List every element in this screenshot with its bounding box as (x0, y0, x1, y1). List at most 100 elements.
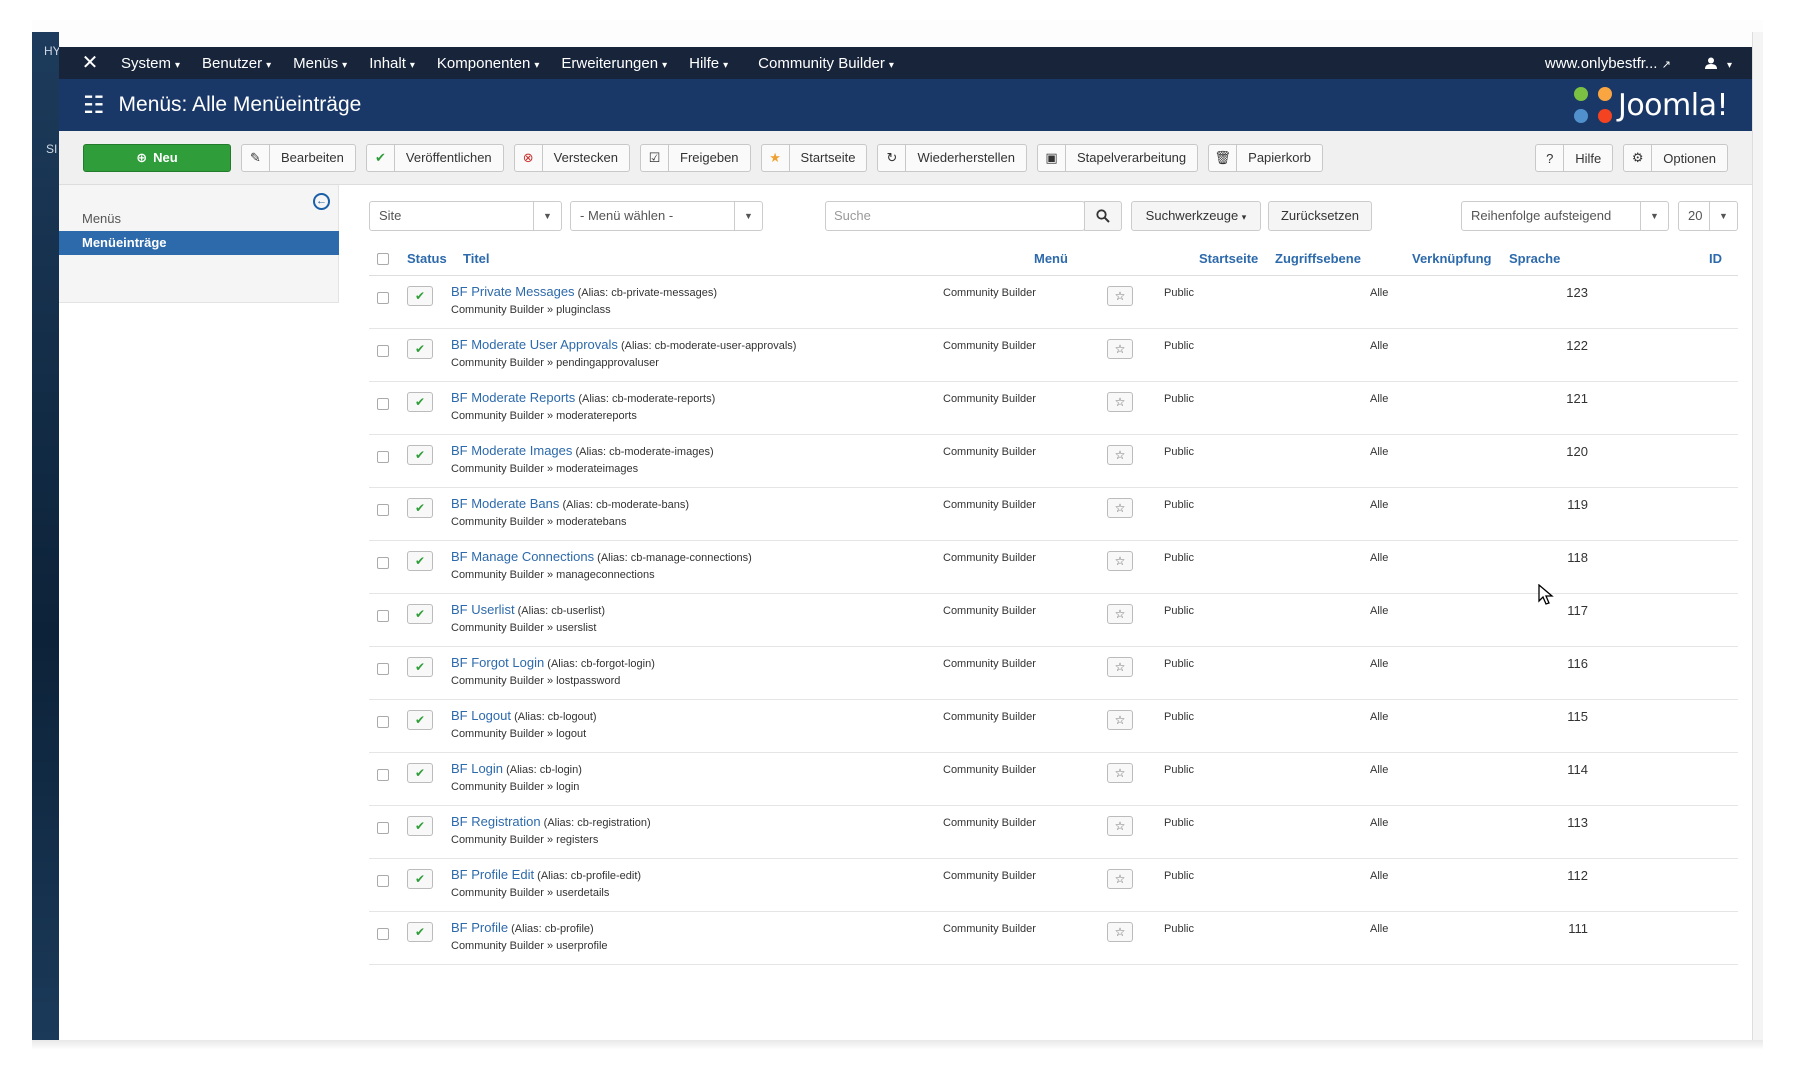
sidebar-item-menu-items[interactable]: Menüeinträge (59, 231, 339, 255)
row-checkbox[interactable] (377, 769, 389, 781)
item-title-link[interactable]: BF Registration (451, 814, 541, 829)
item-title-link[interactable]: BF Profile (451, 920, 508, 935)
trash-button[interactable]: 🗑 Papierkorb (1208, 143, 1324, 172)
nav-community-builder[interactable]: Community Builder ▾ (758, 55, 894, 72)
joomla-logo-mark (1573, 87, 1612, 123)
row-checkbox[interactable] (377, 610, 389, 622)
nav-menus[interactable]: Menüs ▾ (293, 55, 347, 72)
home-toggle-button[interactable]: ☆ (1107, 551, 1133, 571)
published-status-button[interactable]: ✔ (407, 445, 433, 465)
home-toggle-button[interactable]: ☆ (1107, 339, 1133, 359)
published-status-button[interactable]: ✔ (407, 869, 433, 889)
nav-components[interactable]: Komponenten ▾ (437, 55, 539, 72)
check-icon: ✔ (367, 144, 395, 171)
row-checkbox[interactable] (377, 875, 389, 887)
site-select[interactable]: Site ▼ (369, 201, 562, 231)
select-all-checkbox[interactable] (377, 253, 389, 265)
batch-button[interactable]: ▣ Stapelverarbeitung (1037, 143, 1199, 172)
col-title[interactable]: Titel (463, 251, 490, 266)
home-toggle-button[interactable]: ☆ (1107, 392, 1133, 412)
help-button[interactable]: ? Hilfe (1535, 144, 1614, 172)
published-status-button[interactable]: ✔ (407, 922, 433, 942)
home-toggle-button[interactable]: ☆ (1107, 922, 1133, 942)
row-checkbox[interactable] (377, 292, 389, 304)
unpublish-button[interactable]: ⊗ Verstecken (513, 143, 630, 172)
col-id[interactable]: ID (1709, 251, 1722, 266)
checkin-button[interactable]: ☑ Freigeben (640, 143, 751, 172)
home-toggle-button[interactable]: ☆ (1107, 604, 1133, 624)
item-title-link[interactable]: BF Forgot Login (451, 655, 544, 670)
table-row: ✔ BF Login (Alias: cb-login) Community Bui… (369, 753, 1738, 806)
options-button[interactable]: ⚙ Optionen (1623, 144, 1728, 172)
sidebar-item-menus[interactable]: Menüs (59, 207, 339, 231)
limit-select[interactable]: 20 ▼ (1678, 201, 1738, 231)
item-title-link[interactable]: BF Userlist (451, 602, 515, 617)
published-status-button[interactable]: ✔ (407, 657, 433, 677)
menu-select[interactable]: - Menü wählen - ▼ (570, 201, 763, 231)
item-title-cell: BF Profile (Alias: cb-profile) (451, 920, 594, 935)
home-toggle-button[interactable]: ☆ (1107, 710, 1133, 730)
item-title-link[interactable]: BF Moderate Reports (451, 390, 575, 405)
item-title-link[interactable]: BF Profile Edit (451, 867, 534, 882)
home-toggle-button[interactable]: ☆ (1107, 657, 1133, 677)
publish-button[interactable]: ✔ Veröffentlichen (365, 143, 504, 172)
item-title-link[interactable]: BF Moderate Bans (451, 496, 559, 511)
search-tools-button[interactable]: Suchwerkzeuge ▾ (1131, 201, 1261, 231)
home-toggle-button[interactable]: ☆ (1107, 445, 1133, 465)
published-status-button[interactable]: ✔ (407, 551, 433, 571)
nav-extensions[interactable]: Erweiterungen ▾ (561, 55, 667, 72)
col-home[interactable]: Startseite (1199, 251, 1258, 266)
nav-users[interactable]: Benutzer ▾ (202, 55, 271, 72)
item-title-link[interactable]: BF Moderate User Approvals (451, 337, 618, 352)
row-checkbox[interactable] (377, 822, 389, 834)
home-toggle-button[interactable]: ☆ (1107, 869, 1133, 889)
row-checkbox[interactable] (377, 451, 389, 463)
table-row: ✔ BF Moderate User Approvals (Alias: cb-m… (369, 329, 1738, 382)
edit-button[interactable]: ✎ Bearbeiten (241, 143, 356, 172)
row-checkbox[interactable] (377, 716, 389, 728)
row-checkbox[interactable] (377, 928, 389, 940)
item-id: 117 (1567, 603, 1588, 618)
nav-help[interactable]: Hilfe ▾ (689, 55, 728, 72)
site-link[interactable]: www.onlybestfr... ↗ (1545, 55, 1671, 72)
col-status[interactable]: Status (407, 251, 447, 266)
published-status-button[interactable]: ✔ (407, 339, 433, 359)
home-toggle-button[interactable]: ☆ (1107, 763, 1133, 783)
joomla-x-icon[interactable]: ✕ (79, 52, 101, 74)
published-status-button[interactable]: ✔ (407, 498, 433, 518)
home-toggle-button[interactable]: ☆ (1107, 816, 1133, 836)
item-title-link[interactable]: BF Manage Connections (451, 549, 594, 564)
published-status-button[interactable]: ✔ (407, 392, 433, 412)
item-title-link[interactable]: BF Moderate Images (451, 443, 572, 458)
col-access[interactable]: Zugriffsebene (1275, 251, 1361, 266)
published-status-button[interactable]: ✔ (407, 763, 433, 783)
rebuild-button[interactable]: ↻ Wiederherstellen (877, 143, 1028, 172)
reset-button[interactable]: Zurücksetzen (1268, 201, 1372, 231)
published-status-button[interactable]: ✔ (407, 816, 433, 836)
user-menu[interactable]: ▾ (1704, 55, 1732, 72)
user-icon (1704, 57, 1717, 69)
row-checkbox[interactable] (377, 345, 389, 357)
search-button[interactable] (1084, 201, 1122, 231)
item-title-link[interactable]: BF Private Messages (451, 284, 575, 299)
home-button[interactable]: ★ Startseite (760, 143, 868, 172)
col-menu[interactable]: Menü (1034, 251, 1068, 266)
home-toggle-button[interactable]: ☆ (1107, 286, 1133, 306)
nav-system[interactable]: System ▾ (121, 55, 180, 72)
col-association[interactable]: Verknüpfung (1412, 251, 1491, 266)
row-checkbox[interactable] (377, 557, 389, 569)
row-checkbox[interactable] (377, 504, 389, 516)
home-toggle-button[interactable]: ☆ (1107, 498, 1133, 518)
published-status-button[interactable]: ✔ (407, 604, 433, 624)
item-title-link[interactable]: BF Login (451, 761, 503, 776)
row-checkbox[interactable] (377, 398, 389, 410)
item-title-link[interactable]: BF Logout (451, 708, 511, 723)
nav-content[interactable]: Inhalt ▾ (369, 55, 415, 72)
search-input[interactable]: Suche (825, 201, 1085, 231)
row-checkbox[interactable] (377, 663, 389, 675)
new-button[interactable]: ⊕ Neu (83, 143, 231, 172)
col-language[interactable]: Sprache (1509, 251, 1560, 266)
published-status-button[interactable]: ✔ (407, 710, 433, 730)
published-status-button[interactable]: ✔ (407, 286, 433, 306)
ordering-select[interactable]: Reihenfolge aufsteigend ▼ (1461, 201, 1669, 231)
